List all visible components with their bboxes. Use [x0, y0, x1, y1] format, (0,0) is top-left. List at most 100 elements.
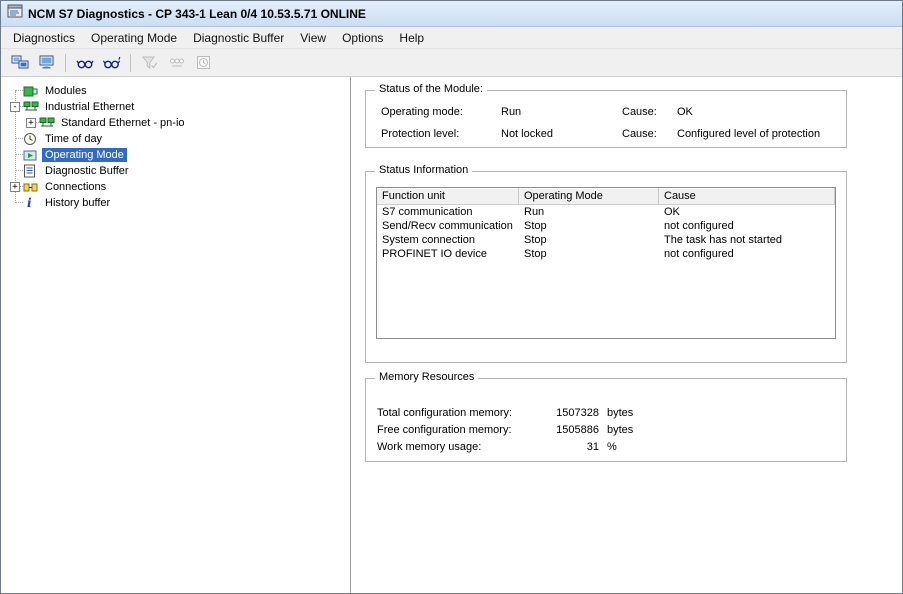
- table-cell: OK: [659, 205, 835, 219]
- toolbar-separator: [130, 54, 131, 72]
- group-title: Memory Resources: [375, 371, 478, 383]
- values-button: [164, 52, 189, 74]
- tree-item-operating-mode[interactable]: Operating Mode: [7, 147, 348, 163]
- toolbar-separator: [65, 54, 66, 72]
- table-cell: PROFINET IO device: [377, 247, 519, 261]
- cause-label: Cause:: [622, 128, 657, 140]
- memory-row: Total configuration memory: 1507328 byte…: [366, 407, 846, 420]
- network-icon: [23, 100, 42, 114]
- monitor-icon: [39, 55, 55, 70]
- memory-value: 31: [516, 441, 599, 453]
- online-nodes-button[interactable]: [7, 52, 32, 74]
- table-cell: Stop: [519, 247, 659, 261]
- expand-expander-icon[interactable]: [10, 182, 20, 192]
- memory-row: Free configuration memory: 1505886 bytes: [366, 424, 846, 437]
- network-icon: [39, 116, 58, 130]
- glasses-icon: [76, 56, 94, 70]
- memory-label: Work memory usage:: [377, 441, 481, 453]
- tree-item-label: Modules: [42, 84, 90, 98]
- tree-item-diagnostic-buffer[interactable]: Diagnostic Buffer: [7, 163, 348, 179]
- menu-view[interactable]: View: [292, 28, 334, 48]
- status-module-group: Status of the Module: Operating mode: Ru…: [365, 90, 847, 148]
- memory-label: Total configuration memory:: [377, 407, 512, 419]
- collapse-expander-icon[interactable]: [10, 102, 20, 112]
- memory-row: Work memory usage: 31 %: [366, 441, 846, 454]
- table-cell: Run: [519, 205, 659, 219]
- memory-resources-group: Memory Resources Total configuration mem…: [365, 378, 847, 462]
- window-title: NCM S7 Diagnostics - CP 343-1 Lean 0/4 1…: [28, 7, 366, 21]
- tree-item-modules[interactable]: Modules: [7, 83, 348, 99]
- cyclic-update-button[interactable]: [99, 52, 124, 74]
- navigation-pane: Modules Industrial Ethernet: [1, 77, 350, 593]
- tree-connector: [7, 147, 23, 163]
- tree-item-label: Standard Ethernet - pn-io: [58, 116, 188, 130]
- operating-mode-label: Operating mode:: [381, 106, 463, 118]
- column-header[interactable]: Function unit: [377, 188, 519, 204]
- table-row[interactable]: S7 communication Run OK: [377, 205, 835, 219]
- diagnostic-buffer-icon: [23, 164, 42, 178]
- tree-item-standard-ethernet[interactable]: Standard Ethernet - pn-io: [7, 115, 348, 131]
- protection-level-value: Not locked: [501, 128, 553, 140]
- memory-value: 1507328: [516, 407, 599, 419]
- table-cell: Stop: [519, 233, 659, 247]
- tree-item-time-of-day[interactable]: Time of day: [7, 131, 348, 147]
- update-button[interactable]: [72, 52, 97, 74]
- tree-connector: [7, 163, 23, 179]
- table-cell: Stop: [519, 219, 659, 233]
- column-header[interactable]: Cause: [659, 188, 835, 204]
- table-cell: The task has not started: [659, 233, 835, 247]
- status-module-row: Protection level: Not locked Cause: Conf…: [366, 128, 846, 142]
- monitors-icon: [11, 55, 29, 70]
- group-title: Status of the Module:: [375, 83, 487, 95]
- table-row[interactable]: PROFINET IO device Stop not configured: [377, 247, 835, 261]
- column-header[interactable]: Operating Mode: [519, 188, 659, 204]
- operating-mode-icon: [23, 148, 42, 162]
- memory-unit: bytes: [607, 424, 633, 436]
- menu-diagnostics[interactable]: Diagnostics: [5, 28, 83, 48]
- tree-item-label: Industrial Ethernet: [42, 100, 137, 114]
- cause-value: OK: [677, 106, 693, 118]
- filter-button: [137, 52, 162, 74]
- cause-label: Cause:: [622, 106, 657, 118]
- glasses-tick-icon: [103, 56, 121, 70]
- memory-unit: %: [607, 441, 617, 453]
- stopwatch-icon: [196, 55, 211, 70]
- group-title: Status Information: [375, 164, 472, 176]
- tree-item-connections[interactable]: Connections: [7, 179, 348, 195]
- tree-item-label: Time of day: [42, 132, 105, 146]
- tree-connector: [7, 179, 23, 195]
- history-buffer-icon: i: [23, 196, 42, 210]
- operating-mode-value: Run: [501, 106, 521, 118]
- menu-options[interactable]: Options: [334, 28, 391, 48]
- tree-connector: [7, 131, 23, 147]
- tree-item-history-buffer[interactable]: i History buffer: [7, 195, 348, 211]
- tree-item-label: Diagnostic Buffer: [42, 164, 132, 178]
- tree-item-industrial-ethernet[interactable]: Industrial Ethernet: [7, 99, 348, 115]
- navigation-tree: Modules Industrial Ethernet: [7, 83, 348, 211]
- menu-help[interactable]: Help: [391, 28, 432, 48]
- tree-connector: [7, 195, 23, 211]
- connections-icon: [23, 180, 42, 194]
- funnel-icon: [142, 56, 158, 70]
- modules-icon: [23, 84, 42, 98]
- memory-value: 1505886: [516, 424, 599, 436]
- menu-operating-mode[interactable]: Operating Mode: [83, 28, 185, 48]
- status-information-group: Status Information Function unit Operati…: [365, 171, 847, 363]
- title-bar[interactable]: NCM S7 Diagnostics - CP 343-1 Lean 0/4 1…: [1, 1, 902, 27]
- tree-item-label: Operating Mode: [42, 148, 127, 162]
- expand-expander-icon[interactable]: [26, 118, 36, 128]
- menu-diagnostic-buffer[interactable]: Diagnostic Buffer: [185, 28, 292, 48]
- tree-item-label: History buffer: [42, 196, 113, 210]
- app-window: NCM S7 Diagnostics - CP 343-1 Lean 0/4 1…: [0, 0, 903, 594]
- tree-connector: [7, 83, 23, 99]
- memory-label: Free configuration memory:: [377, 424, 512, 436]
- table-row[interactable]: Send/Recv communication Stop not configu…: [377, 219, 835, 233]
- table-cell: Send/Recv communication: [377, 219, 519, 233]
- svg-text:i: i: [27, 196, 32, 210]
- status-information-table: Function unit Operating Mode Cause S7 co…: [376, 187, 836, 339]
- module-state-button[interactable]: [34, 52, 59, 74]
- table-row[interactable]: System connection Stop The task has not …: [377, 233, 835, 247]
- time-button: [191, 52, 216, 74]
- dots-icon: [169, 56, 185, 70]
- table-cell: System connection: [377, 233, 519, 247]
